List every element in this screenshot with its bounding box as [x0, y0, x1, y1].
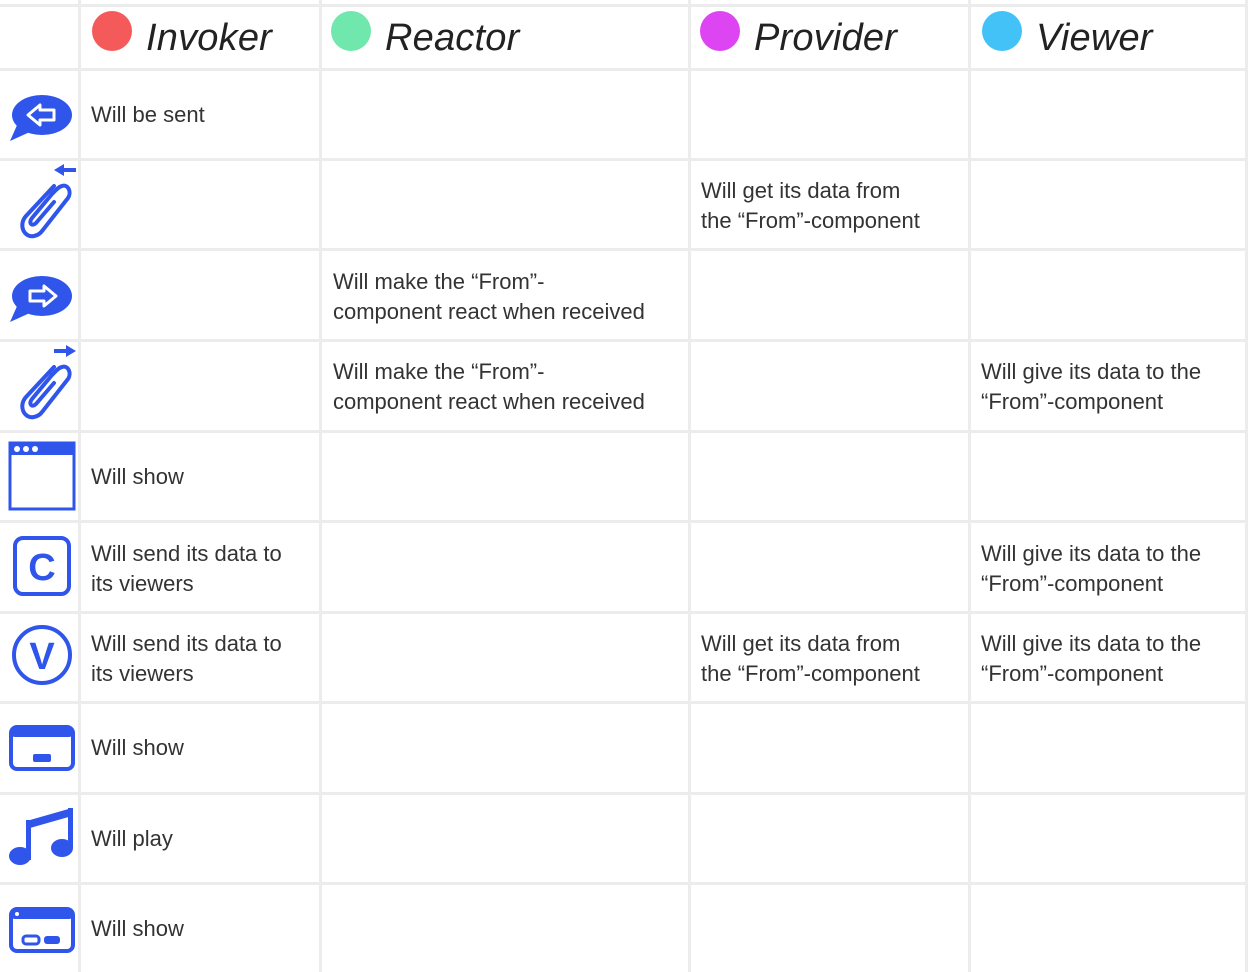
- window-icon: [8, 441, 76, 511]
- column-header-viewer: Viewer: [982, 6, 1153, 70]
- cell-text: Will play: [91, 825, 173, 851]
- cell-text: Will send its data to its viewers: [91, 541, 282, 596]
- cell-row3-reactor: Will make the “From”- component react wh…: [333, 267, 683, 327]
- column-header-invoker: Invoker: [92, 6, 272, 70]
- row-divider: [0, 520, 1248, 523]
- row-divider: [0, 248, 1248, 251]
- cell-text: Will give its data to the “From”-compone…: [981, 631, 1202, 686]
- c-box-icon: C: [13, 536, 71, 596]
- column-header-reactor: Reactor: [331, 6, 519, 70]
- music-note-icon: [9, 808, 73, 865]
- provider-color-dot: [700, 11, 740, 51]
- cell-row7-viewer: Will give its data to the “From”-compone…: [981, 629, 1243, 689]
- cell-row6-viewer: Will give its data to the “From”-compone…: [981, 539, 1243, 599]
- cell-row9-invoker: Will play: [91, 795, 311, 882]
- cell-row4-reactor: Will make the “From”- component react wh…: [333, 357, 683, 417]
- cell-row4-viewer: Will give its data to the “From”-compone…: [981, 357, 1243, 417]
- column-header-label: Invoker: [146, 16, 273, 59]
- column-divider: [78, 0, 81, 972]
- cell-text: Will give its data to the “From”-compone…: [981, 541, 1202, 596]
- svg-text:V: V: [29, 636, 55, 678]
- cell-text: Will send its data to its viewers: [91, 631, 282, 686]
- cell-text: Will make the “From”- component react wh…: [333, 269, 645, 324]
- cell-text: Will give its data to the “From”-compone…: [981, 359, 1202, 414]
- cell-row5-invoker: Will show: [91, 433, 311, 520]
- cell-row8-invoker: Will show: [91, 704, 311, 792]
- column-divider: [319, 0, 322, 972]
- column-divider: [688, 0, 691, 972]
- cell-text: Will get its data from the “From”-compon…: [701, 178, 920, 233]
- send-bubble-icon: [10, 95, 72, 141]
- invoker-color-dot: [92, 11, 132, 51]
- row-divider: [0, 611, 1248, 614]
- row-divider: [0, 158, 1248, 161]
- column-header-provider: Provider: [700, 6, 897, 70]
- row-divider: [0, 339, 1248, 342]
- column-header-label: Viewer: [1036, 16, 1153, 59]
- cell-row6-invoker: Will send its data to its viewers: [91, 539, 311, 599]
- receive-bubble-icon: [10, 276, 72, 322]
- cell-text: Will be sent: [91, 101, 205, 127]
- paperclip-out-icon: [20, 345, 76, 420]
- cell-row7-provider: Will get its data from the “From”-compon…: [701, 629, 961, 689]
- column-header-label: Reactor: [385, 16, 520, 59]
- cell-text: Will get its data from the “From”-compon…: [701, 631, 920, 686]
- svg-text:C: C: [28, 547, 55, 589]
- viewer-color-dot: [982, 11, 1022, 51]
- cell-row2-provider: Will get its data from the “From”-compon…: [701, 176, 961, 236]
- cell-text: Will show: [91, 915, 184, 941]
- cell-row1-invoker: Will be sent: [91, 71, 311, 158]
- v-circle-icon: V: [12, 625, 72, 685]
- cell-text: Will show: [91, 735, 184, 760]
- cell-text: Will show: [91, 463, 184, 489]
- button-window-icon: [9, 907, 75, 953]
- reactor-color-dot: [331, 11, 371, 51]
- cell-text: Will make the “From”- component react wh…: [333, 359, 645, 414]
- dialog-window-icon: [9, 725, 75, 771]
- paperclip-in-icon: [20, 164, 76, 239]
- cell-row10-invoker: Will show: [91, 885, 311, 972]
- column-divider: [968, 0, 971, 972]
- column-header-label: Provider: [754, 16, 898, 59]
- cell-row7-invoker: Will send its data to its viewers: [91, 629, 311, 689]
